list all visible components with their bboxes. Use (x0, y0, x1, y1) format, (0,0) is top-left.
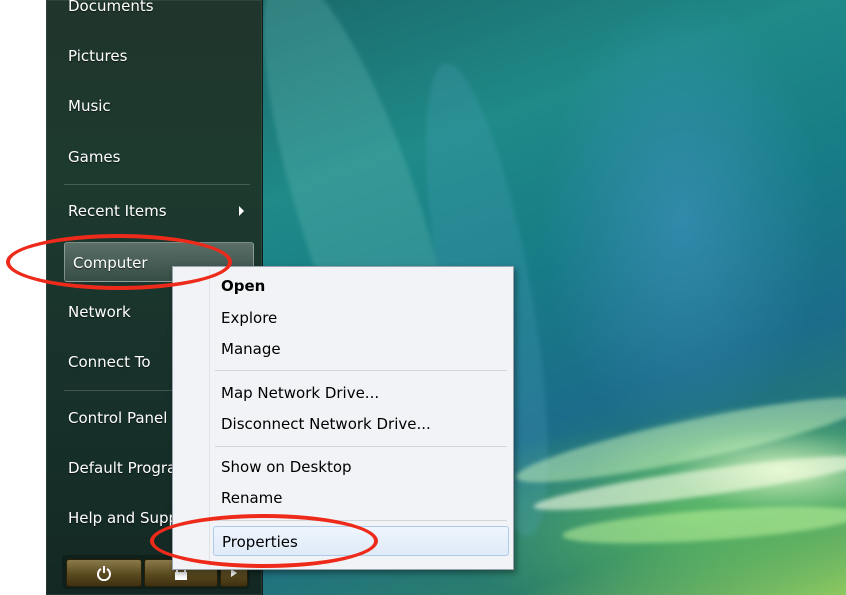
context-item-disconnect-network-drive[interactable]: Disconnect Network Drive... (221, 409, 501, 439)
power-icon (97, 566, 111, 581)
context-item-label: Disconnect Network Drive... (221, 415, 431, 433)
chevron-right-icon (239, 206, 244, 216)
start-item-label: Pictures (68, 47, 128, 65)
separator (215, 520, 507, 521)
context-menu-gutter (209, 269, 210, 567)
start-item-documents[interactable]: Documents (68, 0, 256, 26)
context-item-label: Show on Desktop (221, 458, 352, 476)
context-menu: Open Explore Manage Map Network Drive...… (172, 266, 514, 570)
context-item-label: Rename (221, 489, 283, 507)
context-item-label: Open (221, 277, 266, 295)
context-item-properties[interactable]: Properties (213, 526, 509, 556)
start-item-label: Computer (73, 254, 148, 272)
start-item-label: Connect To (68, 353, 151, 371)
context-item-rename[interactable]: Rename (221, 483, 501, 513)
context-item-label: Properties (222, 533, 298, 551)
start-item-pictures[interactable]: Pictures (68, 36, 256, 76)
separator (215, 446, 507, 447)
page-margin (0, 0, 46, 595)
context-item-open[interactable]: Open (221, 271, 501, 301)
start-item-games[interactable]: Games (68, 137, 256, 177)
start-item-label: Network (68, 303, 131, 321)
start-item-label: Control Panel (68, 409, 168, 427)
power-button[interactable] (66, 559, 142, 587)
context-item-label: Map Network Drive... (221, 384, 380, 402)
start-item-label: Documents (68, 0, 154, 15)
context-item-manage[interactable]: Manage (221, 334, 501, 364)
context-item-explore[interactable]: Explore (221, 303, 501, 333)
context-item-label: Explore (221, 309, 278, 327)
context-item-show-on-desktop[interactable]: Show on Desktop (221, 452, 501, 482)
context-item-label: Manage (221, 340, 281, 358)
start-item-recent-items[interactable]: Recent Items (68, 191, 256, 231)
start-item-music[interactable]: Music (68, 86, 256, 126)
separator (215, 370, 507, 371)
start-item-label: Recent Items (68, 202, 167, 220)
start-item-label: Music (68, 97, 111, 115)
context-item-map-network-drive[interactable]: Map Network Drive... (221, 378, 501, 408)
start-item-label: Games (68, 148, 121, 166)
separator (64, 184, 250, 185)
